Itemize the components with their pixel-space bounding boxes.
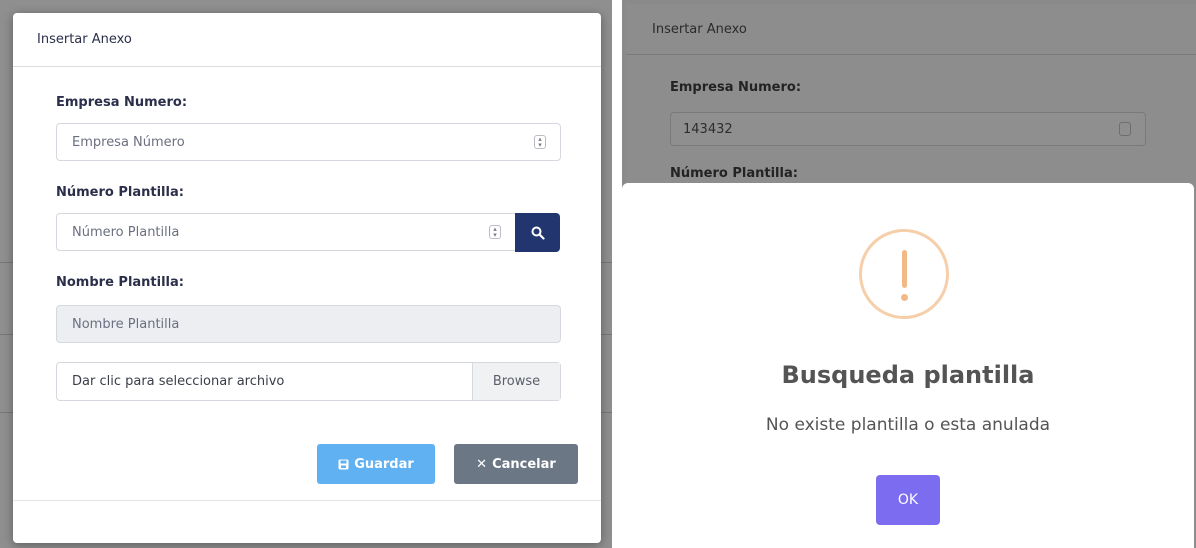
- right-panel: Insertar Anexo Empresa Numero: 143432 Nú…: [622, 0, 1196, 548]
- plantilla-label: Número Plantilla:: [56, 185, 184, 200]
- plantilla-number-input[interactable]: Número Plantilla ▴ ▾: [56, 213, 516, 251]
- save-icon: [338, 459, 349, 469]
- alert-message: No existe plantilla o esta anulada: [765, 415, 1051, 435]
- save-label: Guardar: [354, 456, 414, 472]
- nombre-label: Nombre Plantilla:: [56, 275, 184, 290]
- alert-title: Busqueda plantilla: [781, 361, 1035, 389]
- close-icon: ✕: [476, 456, 488, 472]
- file-input[interactable]: Dar clic para seleccionar archivo Browse: [56, 362, 561, 401]
- save-button[interactable]: Guardar: [317, 444, 435, 484]
- background-empresa-value: 143432: [683, 121, 733, 137]
- cancel-button[interactable]: ✕ Cancelar: [454, 444, 578, 484]
- empresa-label: Empresa Numero:: [56, 95, 188, 110]
- background-empresa-input: 143432: [670, 112, 1146, 146]
- search-button[interactable]: [515, 213, 560, 252]
- modal-footer-divider: [13, 500, 601, 501]
- background-empresa-label: Empresa Numero:: [670, 80, 802, 95]
- background-modal-title: Insertar Anexo: [652, 21, 747, 37]
- modal-header: Insertar Anexo: [13, 13, 601, 67]
- ok-button[interactable]: OK: [876, 475, 940, 525]
- warning-icon: [859, 229, 949, 319]
- plantilla-placeholder: Número Plantilla: [72, 224, 180, 240]
- browse-button[interactable]: Browse: [472, 363, 560, 400]
- insert-annex-modal: Insertar Anexo Empresa Numero: Empresa N…: [13, 13, 601, 543]
- nombre-plantilla-input: Nombre Plantilla: [56, 305, 561, 343]
- background-modal-header: Insertar Anexo: [626, 4, 1196, 55]
- background-plantilla-label: Número Plantilla:: [670, 166, 798, 181]
- modal-title: Insertar Anexo: [37, 32, 132, 47]
- empresa-number-input[interactable]: Empresa Número ▴ ▾: [56, 123, 561, 161]
- number-spinner-icon: [1119, 122, 1131, 136]
- file-placeholder[interactable]: Dar clic para seleccionar archivo: [57, 363, 472, 400]
- left-panel: Insertar Anexo Empresa Numero: Empresa N…: [0, 0, 612, 548]
- alert-dialog: Busqueda plantilla No existe plantilla o…: [622, 183, 1194, 548]
- search-icon: [531, 226, 545, 240]
- nombre-placeholder: Nombre Plantilla: [72, 316, 180, 332]
- number-spinner-icon[interactable]: ▴ ▾: [489, 225, 501, 239]
- empresa-placeholder: Empresa Número: [72, 134, 185, 150]
- cancel-label: Cancelar: [492, 456, 556, 472]
- number-spinner-icon[interactable]: ▴ ▾: [534, 135, 546, 149]
